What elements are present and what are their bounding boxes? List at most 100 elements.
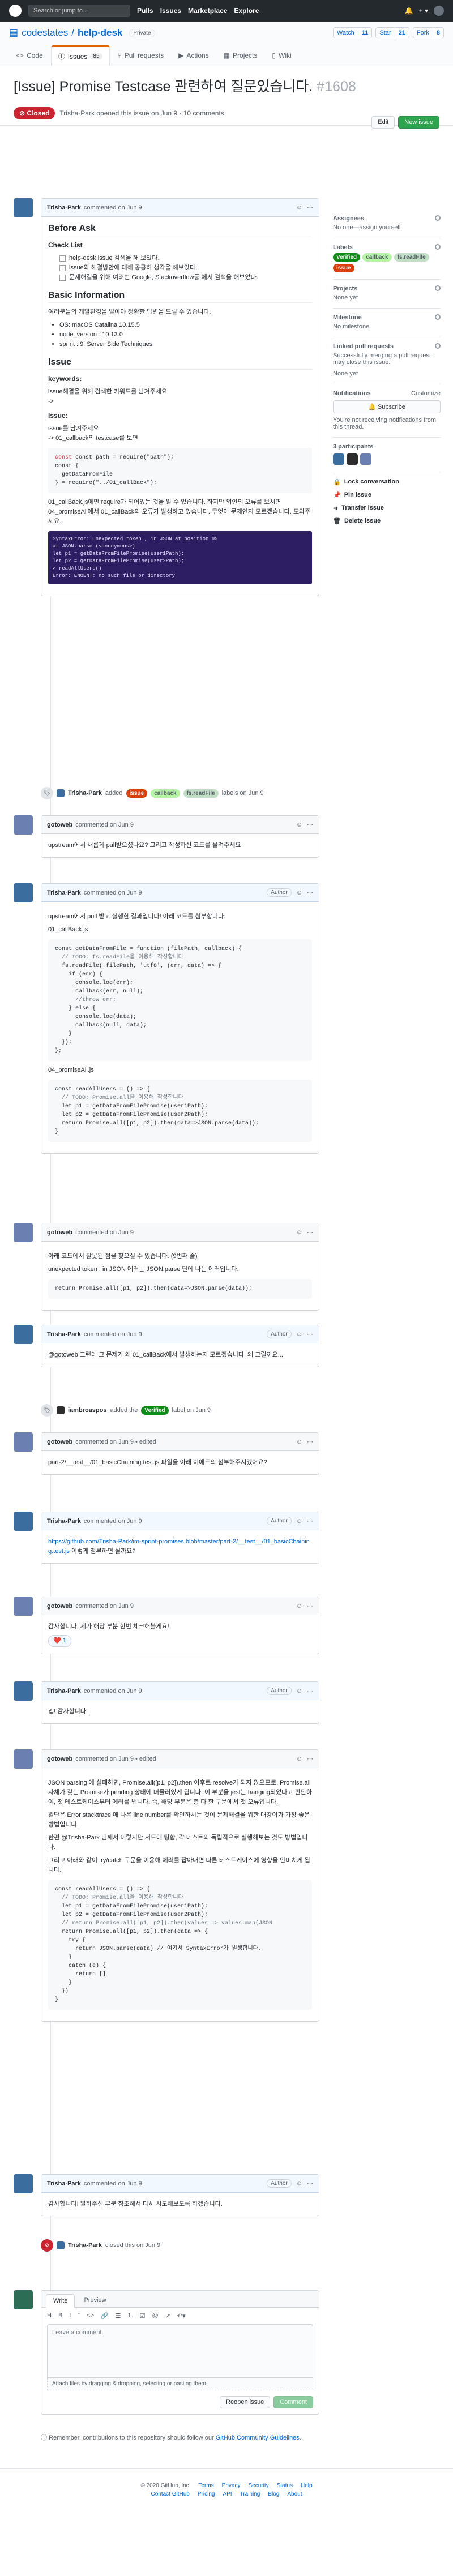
tab-write[interactable]: Write — [46, 2294, 75, 2308]
tab-code[interactable]: <> Code — [9, 45, 50, 66]
sidebar-assignees[interactable]: Assignees No one—assign yourself — [333, 209, 441, 238]
bold-icon[interactable]: B — [58, 2312, 62, 2320]
avatar[interactable] — [14, 2174, 33, 2193]
label-callback[interactable]: callback — [362, 253, 392, 262]
avatar[interactable] — [14, 1512, 33, 1531]
user-avatar[interactable] — [434, 6, 444, 16]
avatar[interactable] — [14, 1432, 33, 1452]
kebab-icon[interactable]: ⋯ — [307, 821, 313, 828]
bullet-list-icon[interactable]: ☰ — [116, 2312, 121, 2320]
tab-actions[interactable]: ▶ Actions — [172, 45, 216, 66]
sidebar-labels[interactable]: Labels Verified callback fs.readFile iss… — [333, 238, 441, 280]
delete-issue-link[interactable]: 🗑 Delete issue — [333, 515, 441, 528]
comment-author[interactable]: Trisha-Park — [47, 204, 81, 211]
reference-icon[interactable]: ↗ — [165, 2312, 170, 2320]
checklist-item[interactable]: 문제해결을 위해 여러번 Google, Stackoverflow등 에서 검… — [59, 273, 312, 283]
avatar[interactable] — [14, 1223, 33, 1242]
customize-link[interactable]: Customize — [411, 390, 441, 397]
smiley-icon[interactable]: ☺ — [296, 1229, 302, 1236]
avatar[interactable] — [360, 453, 371, 465]
smiley-icon[interactable]: ☺ — [296, 1518, 302, 1525]
bell-icon[interactable]: 🔔 — [405, 7, 413, 15]
mention-icon[interactable]: @ — [152, 2312, 159, 2320]
kebab-icon[interactable]: ⋯ — [307, 1229, 313, 1236]
avatar[interactable] — [14, 1325, 33, 1344]
quote-icon[interactable]: “ — [78, 2312, 80, 2320]
code-icon[interactable]: <> — [87, 2312, 94, 2320]
kebab-icon[interactable]: ⋯ — [307, 1755, 313, 1762]
kebab-icon[interactable]: ⋯ — [307, 1438, 313, 1445]
label-issue[interactable]: issue — [333, 264, 354, 272]
watch-button[interactable]: Watch 11 — [333, 27, 373, 38]
kebab-icon[interactable]: ⋯ — [307, 1687, 313, 1694]
transfer-issue-link[interactable]: ➜ Transfer issue — [333, 502, 441, 515]
nav-explore[interactable]: Explore — [234, 7, 259, 15]
search-input[interactable]: Search or jump to... — [28, 5, 130, 17]
smiley-icon[interactable]: ☺ — [296, 821, 302, 828]
kebab-icon[interactable]: ⋯ — [307, 1330, 313, 1338]
gear-icon[interactable] — [435, 244, 441, 250]
nav-marketplace[interactable]: Marketplace — [188, 7, 227, 15]
smiley-icon[interactable]: ☺ — [296, 1439, 302, 1445]
subscribe-button[interactable]: 🔔 Subscribe — [333, 400, 441, 413]
avatar[interactable] — [14, 2290, 33, 2309]
create-new-menu[interactable]: + ▾ — [419, 7, 428, 15]
gear-icon[interactable] — [435, 314, 441, 320]
kebab-icon[interactable]: ⋯ — [307, 204, 313, 211]
italic-icon[interactable]: I — [69, 2312, 71, 2320]
avatar[interactable] — [14, 1749, 33, 1769]
smiley-icon[interactable]: ☺ — [296, 1756, 302, 1762]
reopen-issue-button[interactable]: Reopen issue — [220, 2396, 271, 2408]
edit-title-button[interactable]: Edit — [371, 116, 395, 129]
repo-owner-link[interactable]: codestates — [22, 27, 68, 38]
numbered-list-icon[interactable]: 1. — [127, 2312, 133, 2320]
smiley-icon[interactable]: ☺ — [296, 889, 302, 896]
heading-icon[interactable]: H — [47, 2312, 52, 2320]
link-icon[interactable]: 🔗 — [101, 2312, 109, 2320]
heart-reaction[interactable]: ❤️ 1 — [48, 1635, 71, 1647]
tab-issues[interactable]: ⓘ Issues 85 — [50, 45, 110, 66]
avatar[interactable] — [14, 198, 33, 217]
tab-projects[interactable]: ▦ Projects — [217, 45, 264, 66]
tab-pull-requests[interactable]: ⑂ Pull requests — [111, 45, 171, 66]
avatar[interactable] — [14, 1597, 33, 1616]
star-button[interactable]: Star 21 — [375, 27, 409, 38]
smiley-icon[interactable]: ☺ — [296, 1603, 302, 1610]
github-logo-icon[interactable] — [9, 5, 22, 17]
smiley-icon[interactable]: ☺ — [296, 1331, 302, 1338]
comment-textarea[interactable]: Leave a comment — [47, 2324, 313, 2378]
checklist-item[interactable]: issue와 해결방안에 대해 공공히 생각을 해보았다. — [59, 263, 312, 273]
attach-files-area[interactable]: Attach files by dragging & dropping, sel… — [47, 2378, 313, 2390]
pin-issue-link[interactable]: 📌 Pin issue — [333, 489, 441, 502]
label-verified[interactable]: Verified — [333, 253, 361, 262]
comment-button[interactable]: Comment — [273, 2396, 313, 2408]
kebab-icon[interactable]: ⋯ — [307, 1517, 313, 1525]
lock-conversation-link[interactable]: 🔒 Lock conversation — [333, 476, 441, 489]
avatar[interactable] — [14, 883, 33, 902]
task-list-icon[interactable]: ☑ — [140, 2312, 146, 2320]
smiley-icon[interactable]: ☺ — [296, 204, 302, 211]
gear-icon[interactable] — [435, 285, 441, 291]
sidebar-linked-prs[interactable]: Linked pull requests Successfully merging… — [333, 337, 441, 384]
nav-issues[interactable]: Issues — [160, 7, 181, 15]
kebab-icon[interactable]: ⋯ — [307, 2180, 313, 2187]
nav-pulls[interactable]: Pulls — [137, 7, 153, 15]
repo-name-link[interactable]: help-desk — [78, 27, 122, 38]
checklist-item[interactable]: help-desk issue 검색을 해 보았다. — [59, 254, 312, 263]
tab-wiki[interactable]: ▯ Wiki — [265, 45, 298, 66]
avatar[interactable] — [14, 815, 33, 835]
gear-icon[interactable] — [435, 343, 441, 349]
saved-replies-icon[interactable]: ↶▾ — [177, 2312, 186, 2320]
community-guidelines-link[interactable]: GitHub Community Guidelines — [216, 2434, 300, 2441]
gear-icon[interactable] — [435, 215, 441, 221]
label-fs-readfile[interactable]: fs.readFile — [394, 253, 429, 262]
sidebar-projects[interactable]: Projects None yet — [333, 280, 441, 309]
fork-button[interactable]: Fork 8 — [412, 27, 444, 38]
new-issue-button[interactable]: New issue — [398, 116, 439, 129]
smiley-icon[interactable]: ☺ — [296, 2180, 302, 2187]
sidebar-milestone[interactable]: Milestone No milestone — [333, 309, 441, 337]
kebab-icon[interactable]: ⋯ — [307, 889, 313, 896]
avatar[interactable] — [347, 453, 358, 465]
smiley-icon[interactable]: ☺ — [296, 1688, 302, 1694]
kebab-icon[interactable]: ⋯ — [307, 1602, 313, 1610]
